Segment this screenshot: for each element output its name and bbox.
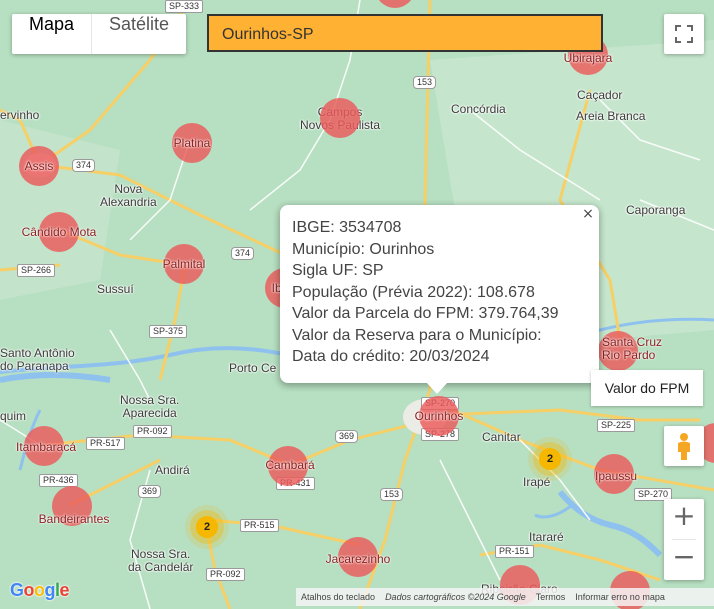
town-label-itarare: Itararé bbox=[529, 530, 564, 544]
town-label-ervinho: ervinho bbox=[0, 108, 40, 122]
town-label-santo-antonio: Santo Antônio do Paranapa bbox=[0, 346, 75, 373]
road-shield: 153 bbox=[380, 488, 404, 501]
map-canvas[interactable]: ervinho Campos Novos Paulista Concórdia … bbox=[0, 0, 714, 609]
cluster-marker[interactable]: 2 bbox=[196, 516, 218, 538]
info-valor-parcela: Valor da Parcela do FPM: 379.764,39 bbox=[292, 305, 559, 322]
fullscreen-icon bbox=[675, 25, 693, 43]
keyboard-shortcuts-link[interactable]: Atalhos do teclado bbox=[296, 592, 380, 602]
zoom-control: + − bbox=[664, 499, 704, 580]
marker-label-itambaraca: Itambaracá bbox=[15, 440, 77, 454]
terms-link[interactable]: Termos bbox=[531, 592, 571, 602]
marker-label-ourinhos: Ourinhos bbox=[414, 409, 464, 423]
map-data-attribution: Dados cartográficos ©2024 Google bbox=[385, 592, 526, 602]
fpm-tooltip: Valor do FPM bbox=[591, 370, 703, 406]
town-label-nossa-sra-candelar: Nossa Sra. da Candelár bbox=[128, 547, 194, 574]
pegman-icon bbox=[678, 433, 690, 460]
map-footer: Atalhos do teclado Dados cartográficos ©… bbox=[296, 588, 714, 606]
town-label-nossa-sra-aparecida: Nossa Sra. Aparecida bbox=[120, 393, 180, 420]
info-window-tail bbox=[426, 382, 448, 394]
road-shield: 153 bbox=[413, 76, 437, 89]
town-label-quim: quim bbox=[0, 409, 27, 423]
marker-label-cambara: Cambará bbox=[265, 458, 315, 472]
town-label-canitar: Canitar bbox=[482, 430, 521, 444]
town-label-cacador: Caçador bbox=[577, 88, 623, 102]
marker-label-bandeirantes: Bandeirantes bbox=[38, 512, 110, 526]
marker-label-santa-cruz: Santa Cruz Rio Pardo bbox=[601, 335, 663, 362]
road-shield: SP-225 bbox=[597, 419, 636, 432]
road-shield: SP-333 bbox=[165, 0, 204, 13]
road-shield: 369 bbox=[335, 430, 359, 443]
marker-label-assis: Assis bbox=[24, 159, 54, 173]
info-municipio: Município: Ourinhos bbox=[292, 240, 435, 258]
town-label-nova-alexandria: Nova Alexandria bbox=[100, 182, 157, 209]
road-shield: PR-151 bbox=[495, 545, 534, 558]
cluster-marker[interactable]: 2 bbox=[539, 448, 561, 470]
town-label-sussui: Sussuí bbox=[97, 282, 134, 296]
marker-label-ipaussu: Ipaussu bbox=[594, 469, 638, 483]
marker-label-palmital: Palmital bbox=[162, 257, 206, 271]
info-sigla-uf: Sigla UF: SP bbox=[292, 262, 384, 279]
search-input[interactable]: Ourinhos-SP bbox=[207, 14, 603, 52]
road-shield: SP-375 bbox=[149, 325, 188, 338]
map-type-control: Mapa Satélite bbox=[12, 14, 187, 54]
road-shield: SP-266 bbox=[17, 264, 56, 277]
municipality-marker[interactable] bbox=[320, 98, 360, 138]
town-label-porto-ce: Porto Ce bbox=[229, 361, 277, 375]
info-valor-reserva: Valor da Reserva para o Município: bbox=[292, 326, 542, 344]
street-view-button[interactable] bbox=[664, 426, 704, 466]
marker-label-jacarezinho: Jacarezinho bbox=[325, 552, 391, 566]
marker-label-ubirajara: Ubirajara bbox=[563, 51, 613, 65]
zoom-out-button[interactable]: − bbox=[664, 540, 704, 580]
marker-label-platina: Platina bbox=[173, 136, 211, 150]
road-shield: PR-517 bbox=[86, 437, 125, 450]
info-populacao: População (Prévia 2022): 108.678 bbox=[292, 283, 535, 301]
fullscreen-button[interactable] bbox=[664, 14, 704, 54]
town-label-areia-branca: Areia Branca bbox=[576, 109, 646, 123]
map-type-satellite-button[interactable]: Satélite bbox=[92, 14, 186, 54]
google-logo: Google bbox=[10, 580, 70, 600]
town-label-irape: Irapé bbox=[523, 475, 551, 489]
town-label-andira: Andirá bbox=[155, 463, 190, 477]
town-label-concordia: Concórdia bbox=[451, 102, 506, 116]
zoom-in-button[interactable]: + bbox=[664, 499, 704, 539]
report-error-link[interactable]: Informar erro no mapa bbox=[570, 592, 670, 602]
road-shield: 374 bbox=[231, 247, 255, 260]
info-window: IBGE: 3534708 Município: Ourinhos Sigla … bbox=[280, 205, 599, 383]
marker-label-candido-mota: Cândido Mota bbox=[21, 225, 97, 239]
info-ibge: IBGE: 3534708 bbox=[292, 219, 402, 236]
road-shield: 374 bbox=[72, 159, 96, 172]
road-shield: PR-092 bbox=[206, 568, 245, 581]
map-type-map-button[interactable]: Mapa bbox=[12, 14, 93, 54]
road-shield: 369 bbox=[138, 485, 162, 498]
close-icon[interactable]: × bbox=[581, 205, 595, 223]
road-shield: PR-092 bbox=[133, 425, 172, 438]
info-data-credito: Data do crédito: 20/03/2024 bbox=[292, 348, 490, 365]
road-shield: PR-515 bbox=[240, 519, 279, 532]
town-label-caporanga: Caporanga bbox=[626, 203, 686, 217]
